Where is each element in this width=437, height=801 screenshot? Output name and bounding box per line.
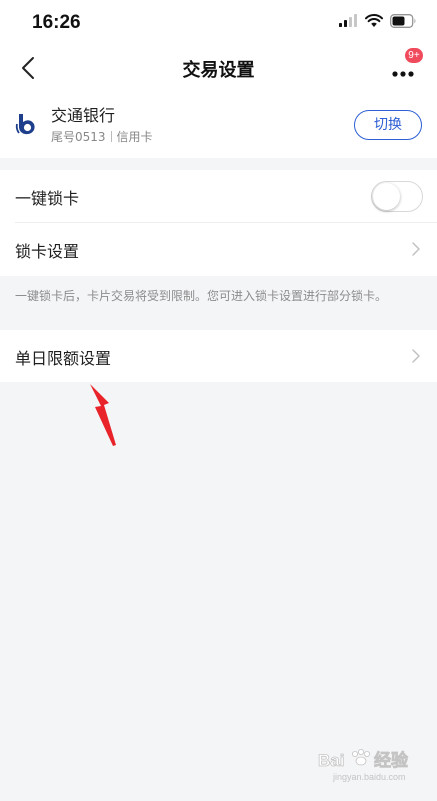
lock-settings-row[interactable]: 锁卡设置 — [0, 223, 437, 275]
lock-settings-group: 一键锁卡 锁卡设置 — [0, 170, 437, 276]
more-button[interactable]: 9+ — [389, 48, 423, 84]
status-icons — [338, 14, 417, 28]
notification-badge: 9+ — [405, 48, 423, 63]
nav-bar: 交易设置 9+ — [0, 44, 437, 92]
lock-settings-label: 锁卡设置 — [15, 242, 80, 261]
baidu-watermark-logo: Bai 经验 jingyan.baidu.com — [318, 749, 409, 782]
chevron-right-icon — [412, 349, 420, 363]
wifi-icon — [365, 14, 383, 27]
meta-separator — [110, 131, 112, 142]
paw-icon — [352, 749, 371, 766]
watermark-text-2: 经验 — [374, 750, 409, 770]
bocom-logo-icon — [15, 114, 35, 135]
lock-hint-text: 一键锁卡后，卡片交易将受到限制。您可进入锁卡设置进行部分锁卡。 — [15, 289, 388, 303]
status-time: 16:26 — [32, 12, 81, 33]
chevron-right-icon — [412, 242, 420, 256]
card-tail-number: 尾号0513 — [51, 130, 106, 144]
one-key-lock-toggle[interactable] — [371, 181, 423, 212]
bank-name: 交通银行 — [51, 106, 116, 125]
page-title: 交易设置 — [182, 60, 255, 81]
daily-limit-label: 单日限额设置 — [15, 349, 112, 368]
card-meta: 尾号0513 信用卡 — [51, 128, 153, 145]
battery-icon — [390, 14, 416, 28]
daily-limit-row[interactable]: 单日限额设置 — [0, 330, 437, 382]
switch-card-button[interactable]: 切换 — [354, 110, 422, 140]
watermark-text: Bai — [318, 751, 344, 770]
toggle-knob — [373, 183, 400, 210]
annotation-arrow-icon — [90, 384, 116, 446]
watermark-url: jingyan.baidu.com — [332, 772, 406, 782]
signal-icon — [339, 14, 357, 27]
card-type: 信用卡 — [116, 130, 153, 144]
one-key-lock-label: 一键锁卡 — [15, 189, 80, 208]
card-info: 交通银行 尾号0513 信用卡 切换 — [0, 92, 437, 158]
one-key-lock-row: 一键锁卡 — [0, 170, 437, 223]
status-bar: 16:26 — [0, 0, 437, 44]
